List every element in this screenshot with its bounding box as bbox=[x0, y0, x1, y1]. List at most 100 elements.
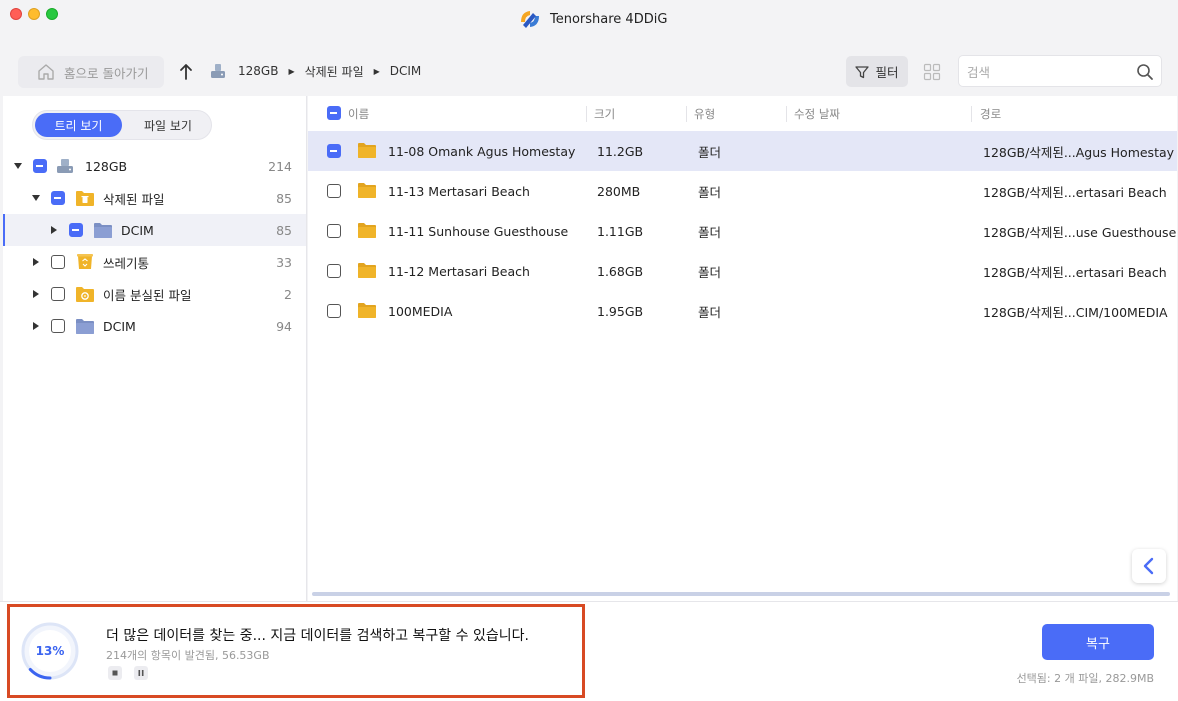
tree-checkbox[interactable] bbox=[51, 191, 65, 205]
search-box bbox=[958, 55, 1162, 87]
tree-checkbox[interactable] bbox=[51, 255, 65, 269]
row-checkbox[interactable] bbox=[327, 264, 341, 278]
minimize-window-button[interactable] bbox=[28, 8, 40, 20]
table-row[interactable]: 11-11 Sunhouse Guesthouse 1.11GB 폴더 128G… bbox=[308, 211, 1177, 251]
expand-arrow-icon[interactable] bbox=[33, 258, 39, 266]
row-name: 11-12 Mertasari Beach bbox=[388, 263, 530, 279]
row-checkbox[interactable] bbox=[327, 304, 341, 318]
tree-item-128gb[interactable]: 128GB 214 bbox=[3, 150, 306, 182]
column-divider[interactable] bbox=[586, 106, 587, 122]
row-checkbox[interactable] bbox=[327, 224, 341, 238]
expand-arrow-icon[interactable] bbox=[33, 322, 39, 330]
tree-checkbox[interactable] bbox=[51, 287, 65, 301]
close-window-button[interactable] bbox=[10, 8, 22, 20]
tree-checkbox[interactable] bbox=[69, 223, 83, 237]
row-name: 11-13 Mertasari Beach bbox=[388, 183, 530, 199]
breadcrumb-separator-icon: ▶ bbox=[288, 66, 295, 76]
expand-arrow-icon[interactable] bbox=[14, 163, 22, 169]
column-header-type[interactable]: 유형 bbox=[694, 96, 715, 132]
breadcrumb-item-dcim[interactable]: DCIM bbox=[390, 64, 422, 78]
breadcrumb: 128GB ▶ 삭제된 파일 ▶ DCIM bbox=[208, 60, 421, 82]
table-row[interactable]: 11-08 Omank Agus Homestay 11.2GB 폴더 128G… bbox=[308, 131, 1177, 171]
lost-folder-icon bbox=[76, 287, 94, 302]
row-name: 100MEDIA bbox=[388, 303, 453, 319]
app-logo-icon bbox=[521, 11, 539, 28]
column-divider[interactable] bbox=[786, 106, 787, 122]
breadcrumb-item-deleted[interactable]: 삭제된 파일 bbox=[305, 63, 364, 80]
tree-item-deleted-files[interactable]: 삭제된 파일 85 bbox=[3, 182, 306, 214]
toolbar: 홈으로 돌아가기 128GB ▶ 삭제된 파일 ▶ DCIM 필터 bbox=[0, 40, 1178, 96]
search-input[interactable] bbox=[967, 62, 1127, 82]
progress-percent: 13% bbox=[35, 644, 65, 658]
stop-scan-button[interactable] bbox=[108, 666, 122, 680]
scan-progress-panel: 13% 더 많은 데이터를 찾는 중... 지금 데이터를 검색하고 복구할 수… bbox=[7, 604, 585, 698]
grid-icon bbox=[923, 63, 941, 81]
found-summary: 214개의 항목이 발견됨, 56.53GB bbox=[106, 649, 270, 662]
column-divider[interactable] bbox=[686, 106, 687, 122]
folder-icon bbox=[358, 183, 376, 198]
folder-icon bbox=[94, 223, 112, 238]
folder-icon bbox=[76, 319, 94, 334]
table-row[interactable]: 11-13 Mertasari Beach 280MB 폴더 128GB/삭제된… bbox=[308, 171, 1177, 211]
row-size: 1.11GB bbox=[597, 223, 644, 239]
row-name: 11-11 Sunhouse Guesthouse bbox=[388, 223, 569, 239]
breadcrumb-item-drive[interactable]: 128GB bbox=[238, 64, 278, 78]
table-row[interactable]: 11-12 Mertasari Beach 1.68GB 폴더 128GB/삭제… bbox=[308, 251, 1177, 291]
zoom-window-button[interactable] bbox=[46, 8, 58, 20]
tree-item-lost-files[interactable]: 이름 분실된 파일 2 bbox=[3, 278, 306, 310]
title-bar: Tenorshare 4DDiG bbox=[0, 0, 1178, 40]
column-header-date[interactable]: 수정 날짜 bbox=[794, 96, 840, 132]
column-header-size[interactable]: 크기 bbox=[594, 96, 615, 132]
home-button[interactable]: 홈으로 돌아가기 bbox=[18, 56, 164, 88]
stop-icon bbox=[112, 670, 118, 676]
tree-item-count: 214 bbox=[268, 158, 292, 174]
grid-view-button[interactable] bbox=[920, 60, 944, 84]
expand-arrow-icon[interactable] bbox=[51, 226, 57, 234]
column-header-name[interactable]: 이름 bbox=[348, 96, 369, 132]
tree-item-dcim[interactable]: DCIM 94 bbox=[3, 310, 306, 342]
tree-item-count: 94 bbox=[276, 318, 292, 334]
home-button-label: 홈으로 돌아가기 bbox=[64, 65, 149, 81]
folder-icon bbox=[358, 303, 376, 318]
select-all-checkbox[interactable] bbox=[327, 106, 341, 120]
horizontal-scrollbar[interactable] bbox=[312, 592, 1170, 596]
row-size: 1.68GB bbox=[597, 263, 644, 279]
up-directory-icon[interactable] bbox=[176, 62, 196, 82]
tree-item-label: 삭제된 파일 bbox=[103, 191, 165, 207]
expand-arrow-icon[interactable] bbox=[32, 195, 40, 201]
pause-scan-button[interactable] bbox=[134, 666, 148, 680]
drive-icon bbox=[211, 64, 225, 78]
tree-item-label: 이름 분실된 파일 bbox=[103, 287, 192, 303]
tree-item-trash[interactable]: 쓰레기통 33 bbox=[3, 246, 306, 278]
row-path: 128GB/삭제된...CIM/100MEDIA bbox=[983, 304, 1168, 320]
tree-checkbox[interactable] bbox=[33, 159, 47, 173]
row-size: 11.2GB bbox=[597, 143, 644, 159]
tree-item-label: 쓰레기통 bbox=[103, 255, 150, 271]
filter-button[interactable]: 필터 bbox=[846, 56, 908, 87]
row-type: 폴더 bbox=[698, 144, 722, 160]
table-row[interactable]: 100MEDIA 1.95GB 폴더 128GB/삭제된...CIM/100ME… bbox=[308, 291, 1177, 331]
expand-arrow-icon[interactable] bbox=[33, 290, 39, 298]
row-type: 폴더 bbox=[698, 224, 722, 240]
selection-summary: 선택됨: 2 개 파일, 282.9MB bbox=[1016, 672, 1154, 685]
column-header-path[interactable]: 경로 bbox=[980, 96, 1001, 132]
recover-button[interactable]: 복구 bbox=[1042, 624, 1154, 660]
collapse-panel-button[interactable] bbox=[1132, 549, 1166, 583]
tree-item-label: DCIM bbox=[103, 318, 136, 334]
tree-item-label: DCIM bbox=[121, 222, 154, 238]
tree-item-count: 85 bbox=[276, 190, 292, 206]
tab-tree-view[interactable]: 트리 보기 bbox=[35, 113, 122, 137]
chevron-left-icon bbox=[1143, 557, 1154, 575]
tree-item-label: 128GB bbox=[85, 158, 128, 174]
tab-file-view[interactable]: 파일 보기 bbox=[125, 113, 211, 137]
column-divider[interactable] bbox=[971, 106, 972, 122]
row-checkbox[interactable] bbox=[327, 184, 341, 198]
search-icon[interactable] bbox=[1135, 62, 1155, 82]
row-path: 128GB/삭제된...ertasari Beach bbox=[983, 264, 1167, 280]
tree-item-dcim-deleted[interactable]: DCIM 85 bbox=[3, 214, 306, 246]
row-checkbox[interactable] bbox=[327, 144, 341, 158]
row-size: 280MB bbox=[597, 183, 641, 199]
tree-checkbox[interactable] bbox=[51, 319, 65, 333]
row-size: 1.95GB bbox=[597, 303, 644, 319]
pause-icon bbox=[138, 670, 144, 676]
